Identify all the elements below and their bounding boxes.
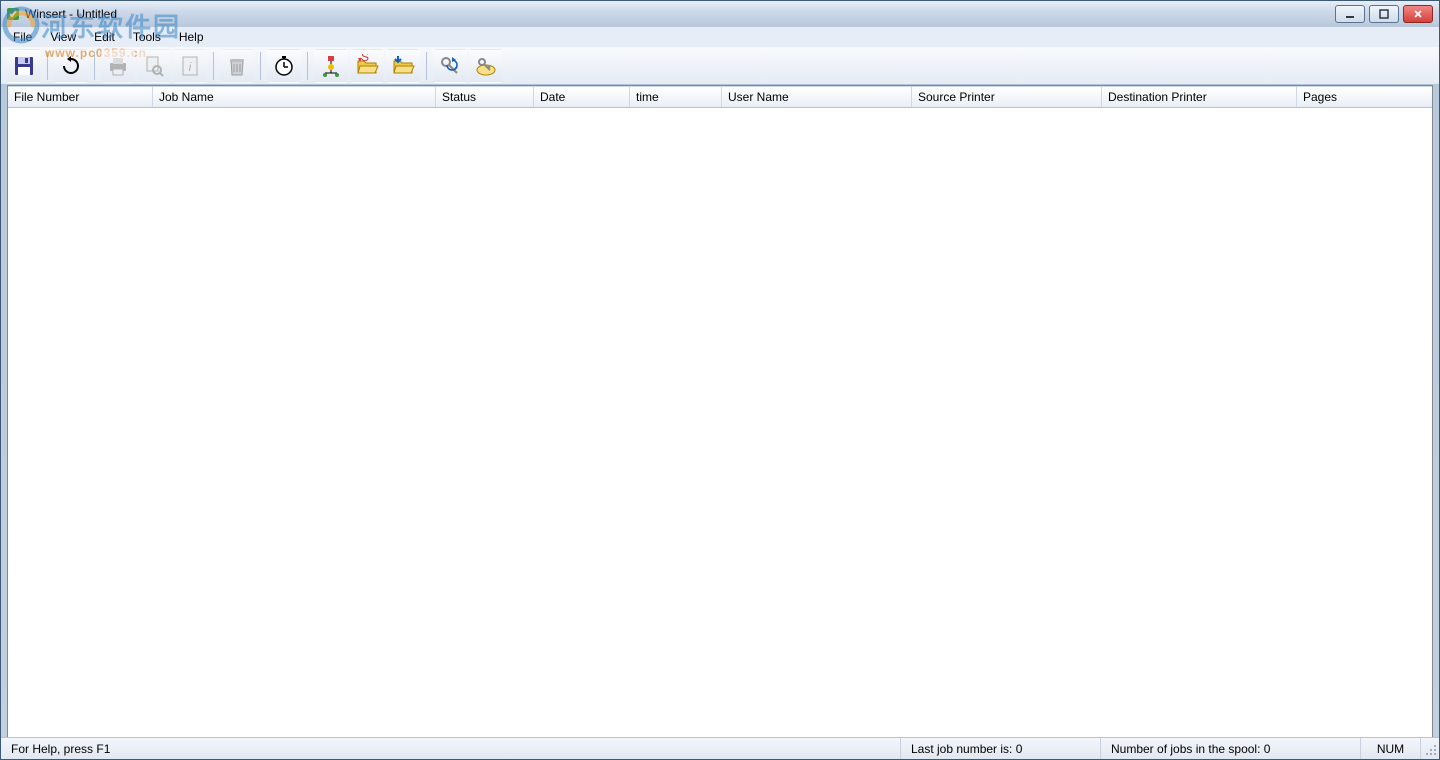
import-folder-button[interactable] [386,49,420,83]
menu-tools[interactable]: Tools [125,28,169,46]
refresh-button[interactable] [54,49,88,83]
col-file-number[interactable]: File Number [8,87,153,107]
menubar: File View Edit Tools Help [1,27,1439,47]
preview-icon [142,54,166,78]
flow-button[interactable] [314,49,348,83]
menu-help[interactable]: Help [171,28,212,46]
clock-icon [272,54,296,78]
content-area: File Number Job Name Status Date time Us… [7,85,1433,737]
status-help: For Help, press F1 [1,738,901,759]
window-controls [1335,5,1433,23]
info-button[interactable]: i [173,49,207,83]
open-folder-button[interactable]: S [350,49,384,83]
open-folder-icon: S [355,54,379,78]
menu-file[interactable]: File [5,28,40,46]
save-button[interactable] [7,49,41,83]
flow-icon [319,54,343,78]
info-icon: i [178,54,202,78]
close-icon [1412,9,1424,19]
list-body[interactable] [8,108,1432,758]
col-source-printer[interactable]: Source Printer [912,87,1102,107]
delete-button[interactable] [220,49,254,83]
minimize-icon [1344,9,1356,19]
toolbar-separator [47,52,48,80]
svg-text:S: S [361,54,369,64]
titlebar: Winsert - Untitled [1,1,1439,27]
statusbar: For Help, press F1 Last job number is: 0… [1,737,1439,759]
toolbar-separator [307,52,308,80]
col-job-name[interactable]: Job Name [153,87,436,107]
col-time[interactable]: time [630,87,722,107]
print-icon [106,54,130,78]
app-icon [5,6,21,22]
col-pages[interactable]: Pages [1297,87,1432,107]
col-status[interactable]: Status [436,87,534,107]
save-icon [12,54,36,78]
menu-edit[interactable]: Edit [86,28,123,46]
toolbar-separator [94,52,95,80]
menu-view[interactable]: View [42,28,84,46]
toolbar-separator [260,52,261,80]
application-window: 河东软件园 www.pc0359.cn Winsert - Untitled F… [0,0,1440,760]
resize-grip[interactable] [1421,740,1439,758]
minimize-button[interactable] [1335,5,1365,23]
maximize-button[interactable] [1369,5,1399,23]
import-folder-icon [391,54,415,78]
key-refresh-icon [438,54,462,78]
unlock-button[interactable] [469,49,503,83]
status-num: NUM [1361,738,1421,759]
timer-button[interactable] [267,49,301,83]
svg-text:i: i [189,60,192,74]
col-date[interactable]: Date [534,87,630,107]
window-title: Winsert - Untitled [25,7,1335,21]
close-button[interactable] [1403,5,1433,23]
maximize-icon [1378,9,1390,19]
toolbar: i [1,47,1439,85]
trash-icon [225,54,249,78]
toolbar-separator [426,52,427,80]
preview-button[interactable] [137,49,171,83]
toolbar-separator [213,52,214,80]
col-destination-printer[interactable]: Destination Printer [1102,87,1297,107]
status-jobs-spool: Number of jobs in the spool: 0 [1101,738,1361,759]
col-user-name[interactable]: User Name [722,87,912,107]
print-button[interactable] [101,49,135,83]
status-last-job: Last job number is: 0 [901,738,1101,759]
refresh-icon [59,54,83,78]
key-refresh-button[interactable] [433,49,467,83]
column-headers: File Number Job Name Status Date time Us… [8,86,1432,108]
unlock-icon [474,54,498,78]
grip-icon [1423,742,1437,756]
